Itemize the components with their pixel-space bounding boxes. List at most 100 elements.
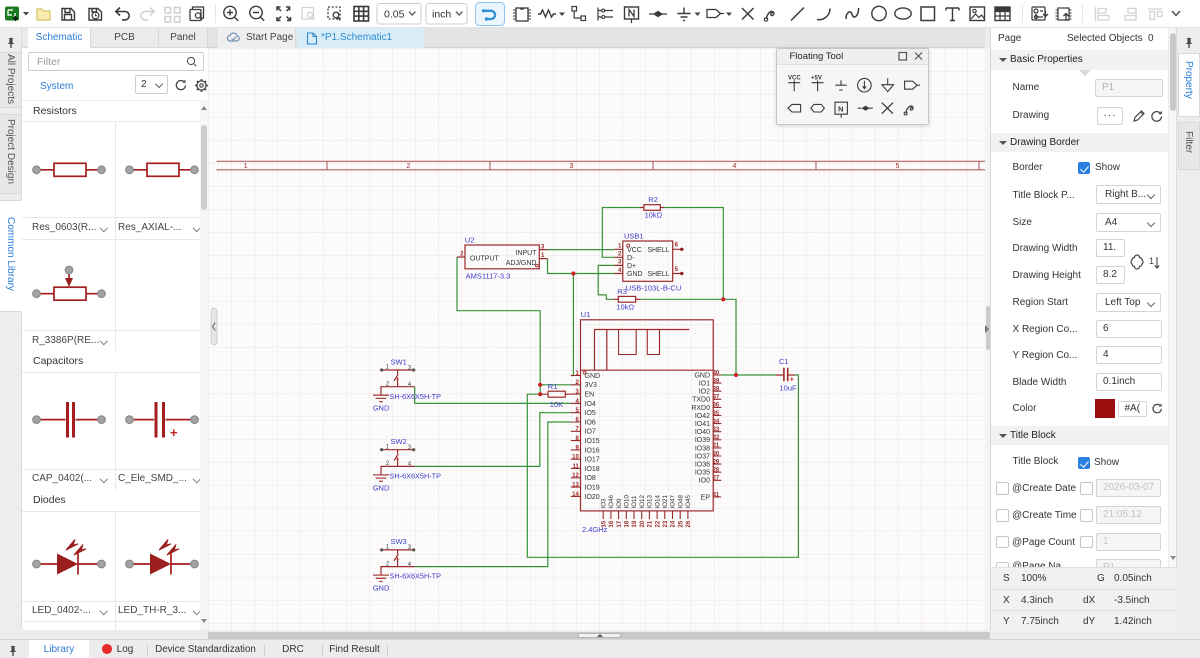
svg-text:VCC: VCC (788, 75, 801, 81)
svg-text:+: + (170, 425, 178, 440)
svg-text:SW2: SW2 (391, 437, 407, 446)
svg-text:2: 2 (407, 163, 411, 170)
svg-text:26: 26 (686, 520, 692, 527)
svg-text:SH-6X6X5H-TP: SH-6X6X5H-TP (390, 472, 442, 481)
svg-text:U1: U1 (581, 310, 591, 319)
svg-text:inch: inch (432, 9, 451, 21)
svg-text:IO36: IO36 (695, 462, 710, 469)
svg-text:10uF: 10uF (780, 383, 798, 392)
svg-text:D-: D- (627, 255, 635, 262)
svg-text:VCC: VCC (627, 247, 642, 254)
svg-text:N: N (838, 104, 843, 113)
svg-text:34: 34 (713, 419, 720, 425)
svg-text:10kΩ: 10kΩ (616, 302, 634, 311)
svg-text:IO4: IO4 (585, 401, 596, 408)
svg-text:TXD0: TXD0 (692, 397, 710, 404)
svg-text:16: 16 (609, 520, 615, 527)
svg-text:20: 20 (640, 520, 646, 527)
svg-text:RXD0: RXD0 (691, 405, 710, 412)
svg-text:R1: R1 (548, 382, 558, 391)
svg-text:6: 6 (675, 243, 679, 249)
svg-text:IO47: IO47 (670, 495, 677, 509)
svg-text:U2: U2 (465, 236, 475, 245)
svg-text:10: 10 (572, 455, 579, 461)
svg-text:31: 31 (713, 443, 720, 449)
svg-text:3V3: 3V3 (585, 382, 598, 389)
svg-text:IO40: IO40 (695, 429, 710, 436)
svg-text:SW3: SW3 (391, 537, 407, 546)
svg-text:IO12: IO12 (639, 495, 646, 509)
svg-text:C1: C1 (779, 357, 789, 366)
svg-text:18: 18 (625, 520, 631, 527)
svg-text:IO38: IO38 (695, 445, 710, 452)
svg-text:IO35: IO35 (695, 470, 710, 477)
svg-text:IO17: IO17 (585, 457, 600, 464)
svg-text:4: 4 (733, 163, 737, 170)
svg-text:30: 30 (713, 451, 720, 457)
svg-text:24: 24 (671, 520, 677, 527)
svg-text:IO8: IO8 (585, 475, 596, 482)
svg-text:IO16: IO16 (585, 447, 600, 454)
svg-text:IO10: IO10 (624, 495, 631, 509)
svg-text:GND: GND (694, 372, 710, 379)
svg-text:IO11: IO11 (631, 495, 638, 509)
svg-text:25: 25 (678, 520, 684, 527)
svg-text:SHELL: SHELL (647, 271, 669, 278)
svg-text:IO37: IO37 (695, 453, 710, 460)
svg-text:0.05: 0.05 (384, 9, 405, 21)
svg-text:37: 37 (713, 395, 720, 401)
svg-text:EN: EN (585, 392, 595, 399)
svg-text:IO48: IO48 (677, 495, 684, 509)
svg-text:IO5: IO5 (585, 410, 596, 417)
svg-text:SW1: SW1 (391, 357, 407, 366)
svg-text:GND: GND (373, 404, 390, 413)
svg-text:IO20: IO20 (585, 494, 600, 501)
svg-text:IO42: IO42 (695, 413, 710, 420)
svg-text:29: 29 (713, 459, 720, 465)
svg-text:OUTPUT: OUTPUT (470, 255, 500, 262)
svg-text:ADJ/GND: ADJ/GND (506, 260, 537, 267)
svg-text:INPUT: INPUT (516, 250, 538, 257)
svg-text:IO9: IO9 (616, 498, 623, 509)
svg-text:41: 41 (713, 492, 720, 498)
svg-text:33: 33 (713, 427, 720, 433)
svg-text:GND: GND (373, 584, 390, 593)
svg-text:11: 11 (572, 464, 579, 470)
svg-text:EP: EP (701, 494, 711, 501)
svg-text:IO21: IO21 (662, 495, 669, 509)
svg-text:SH-6X6X5H-TP: SH-6X6X5H-TP (390, 392, 442, 401)
svg-text:IO45: IO45 (685, 495, 692, 509)
svg-text:10K: 10K (550, 400, 563, 409)
svg-text:SHELL: SHELL (647, 247, 669, 254)
svg-text:IO0: IO0 (699, 478, 710, 485)
svg-text:23: 23 (663, 520, 669, 527)
svg-text:12: 12 (572, 473, 579, 479)
svg-text:GND: GND (373, 483, 390, 492)
svg-text:USB1: USB1 (624, 231, 644, 240)
svg-text:SH-6X6X5H-TP: SH-6X6X5H-TP (390, 572, 442, 581)
svg-text:5: 5 (896, 163, 900, 170)
svg-text:IO14: IO14 (654, 495, 661, 509)
svg-text:14: 14 (572, 492, 579, 498)
svg-text:27: 27 (713, 476, 720, 482)
svg-text:IO13: IO13 (647, 495, 654, 509)
svg-text:1: 1 (244, 163, 248, 170)
svg-text:+: + (790, 374, 795, 383)
svg-text:38: 38 (713, 387, 720, 393)
svg-text:28: 28 (713, 468, 720, 474)
svg-text:R2: R2 (648, 195, 658, 204)
svg-text:40: 40 (713, 370, 720, 376)
svg-text:19: 19 (632, 520, 638, 527)
svg-text:IO18: IO18 (585, 466, 600, 473)
svg-text:IO41: IO41 (695, 421, 710, 428)
svg-text:IO2: IO2 (699, 389, 710, 396)
svg-text:GND: GND (627, 271, 643, 278)
svg-text:10kΩ: 10kΩ (645, 210, 663, 219)
svg-text:21: 21 (648, 520, 654, 527)
svg-text:35: 35 (713, 411, 720, 417)
svg-text:IO3: IO3 (600, 498, 607, 509)
svg-text:D+: D+ (627, 263, 636, 270)
svg-text:32: 32 (713, 435, 720, 441)
svg-text:IO19: IO19 (585, 485, 600, 492)
svg-text:39: 39 (713, 378, 720, 384)
